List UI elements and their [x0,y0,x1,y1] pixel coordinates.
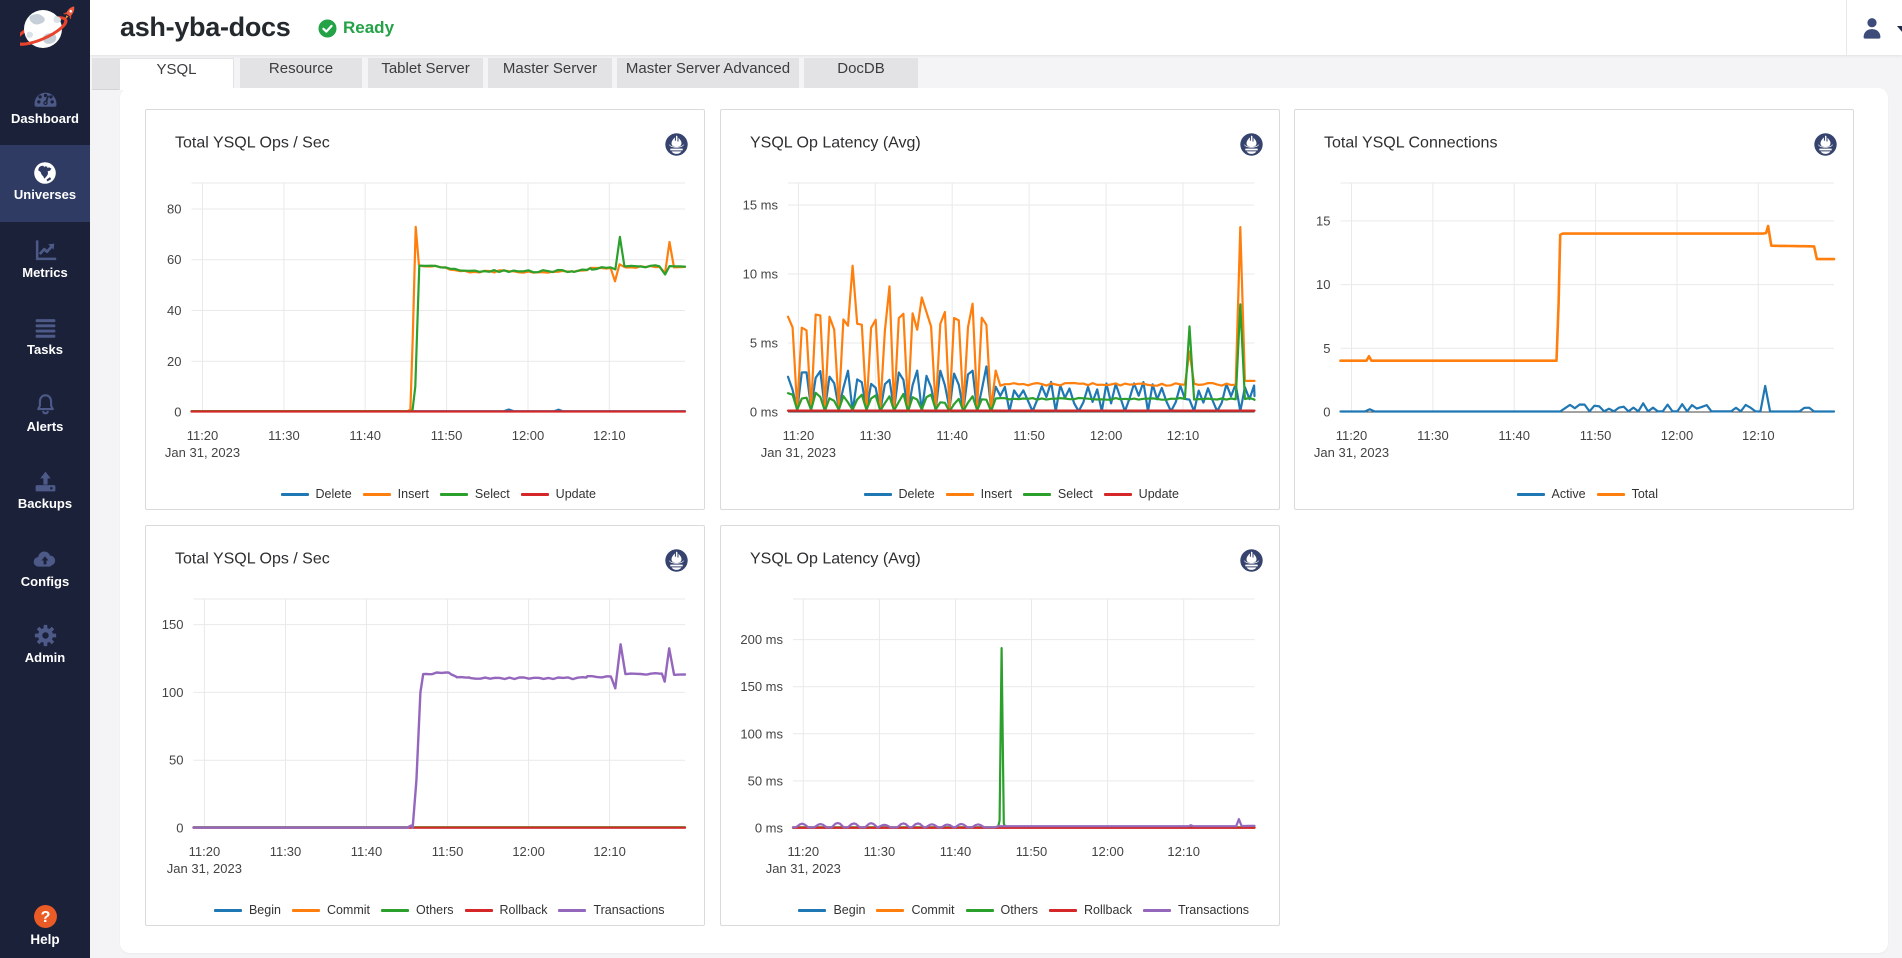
svg-text:11:20: 11:20 [783,428,815,443]
svg-text:11:30: 11:30 [270,844,302,859]
svg-text:11:20: 11:20 [1336,428,1368,443]
svg-text:Jan 31, 2023: Jan 31, 2023 [167,861,242,876]
svg-text:50: 50 [169,753,183,768]
svg-text:0: 0 [176,821,183,836]
svg-text:11:20: 11:20 [187,428,219,443]
svg-text:Jan 31, 2023: Jan 31, 2023 [766,861,841,876]
svg-text:11:20: 11:20 [788,844,820,859]
svg-text:11:50: 11:50 [432,844,464,859]
svg-text:12:00: 12:00 [512,428,545,443]
svg-text:12:10: 12:10 [1742,428,1775,443]
svg-text:Jan 31, 2023: Jan 31, 2023 [165,445,240,460]
svg-text:Jan 31, 2023: Jan 31, 2023 [1314,445,1389,460]
svg-text:0 ms: 0 ms [755,821,784,836]
svg-text:11:40: 11:40 [936,428,968,443]
svg-text:15 ms: 15 ms [743,198,779,213]
svg-text:15: 15 [1316,213,1330,228]
svg-text:Jan 31, 2023: Jan 31, 2023 [761,445,836,460]
svg-text:40: 40 [167,303,181,318]
svg-text:YSQL Op Latency (Avg): YSQL Op Latency (Avg) [750,135,921,152]
svg-text:10 ms: 10 ms [743,267,779,282]
svg-text:150: 150 [162,617,184,632]
svg-text:12:00: 12:00 [512,844,545,859]
svg-text:11:30: 11:30 [864,844,896,859]
svg-text:150 ms: 150 ms [740,679,783,694]
svg-text:12:10: 12:10 [1167,428,1200,443]
svg-text:0: 0 [1323,405,1330,420]
svg-text:11:40: 11:40 [940,844,972,859]
svg-text:11:40: 11:40 [351,844,383,859]
svg-text:80: 80 [167,202,181,217]
svg-text:12:10: 12:10 [593,844,626,859]
svg-text:12:00: 12:00 [1090,428,1123,443]
svg-text:12:10: 12:10 [1167,844,1200,859]
svg-text:10: 10 [1316,277,1330,292]
svg-text:11:30: 11:30 [860,428,892,443]
svg-text:Total YSQL Ops / Sec: Total YSQL Ops / Sec [175,135,330,152]
svg-text:Total YSQL Connections: Total YSQL Connections [1324,135,1497,152]
svg-text:11:50: 11:50 [431,428,463,443]
svg-text:Total YSQL Ops / Sec: Total YSQL Ops / Sec [175,551,330,568]
svg-text:100: 100 [162,685,184,700]
svg-text:11:20: 11:20 [189,844,221,859]
svg-text:11:30: 11:30 [1417,428,1449,443]
svg-text:100 ms: 100 ms [740,726,783,741]
svg-text:5: 5 [1323,341,1330,356]
svg-text:YSQL Op Latency (Avg): YSQL Op Latency (Avg) [750,551,921,568]
svg-text:60: 60 [167,252,181,267]
svg-text:11:30: 11:30 [268,428,300,443]
svg-text:11:50: 11:50 [1013,428,1045,443]
svg-text:?: ? [40,908,50,926]
svg-text:11:40: 11:40 [1498,428,1530,443]
svg-text:11:50: 11:50 [1580,428,1612,443]
svg-text:0: 0 [174,405,181,420]
svg-text:12:00: 12:00 [1091,844,1124,859]
svg-text:12:10: 12:10 [593,428,626,443]
svg-text:11:40: 11:40 [349,428,381,443]
svg-text:20: 20 [167,354,181,369]
svg-text:0 ms: 0 ms [750,405,779,420]
svg-text:12:00: 12:00 [1661,428,1694,443]
svg-text:50 ms: 50 ms [748,773,784,788]
svg-text:11:50: 11:50 [1016,844,1048,859]
svg-text:5 ms: 5 ms [750,336,779,351]
svg-text:200 ms: 200 ms [740,632,783,647]
